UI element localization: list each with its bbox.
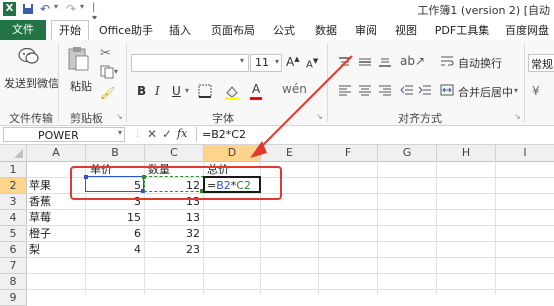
annotation-arrow-icon <box>250 55 353 158</box>
